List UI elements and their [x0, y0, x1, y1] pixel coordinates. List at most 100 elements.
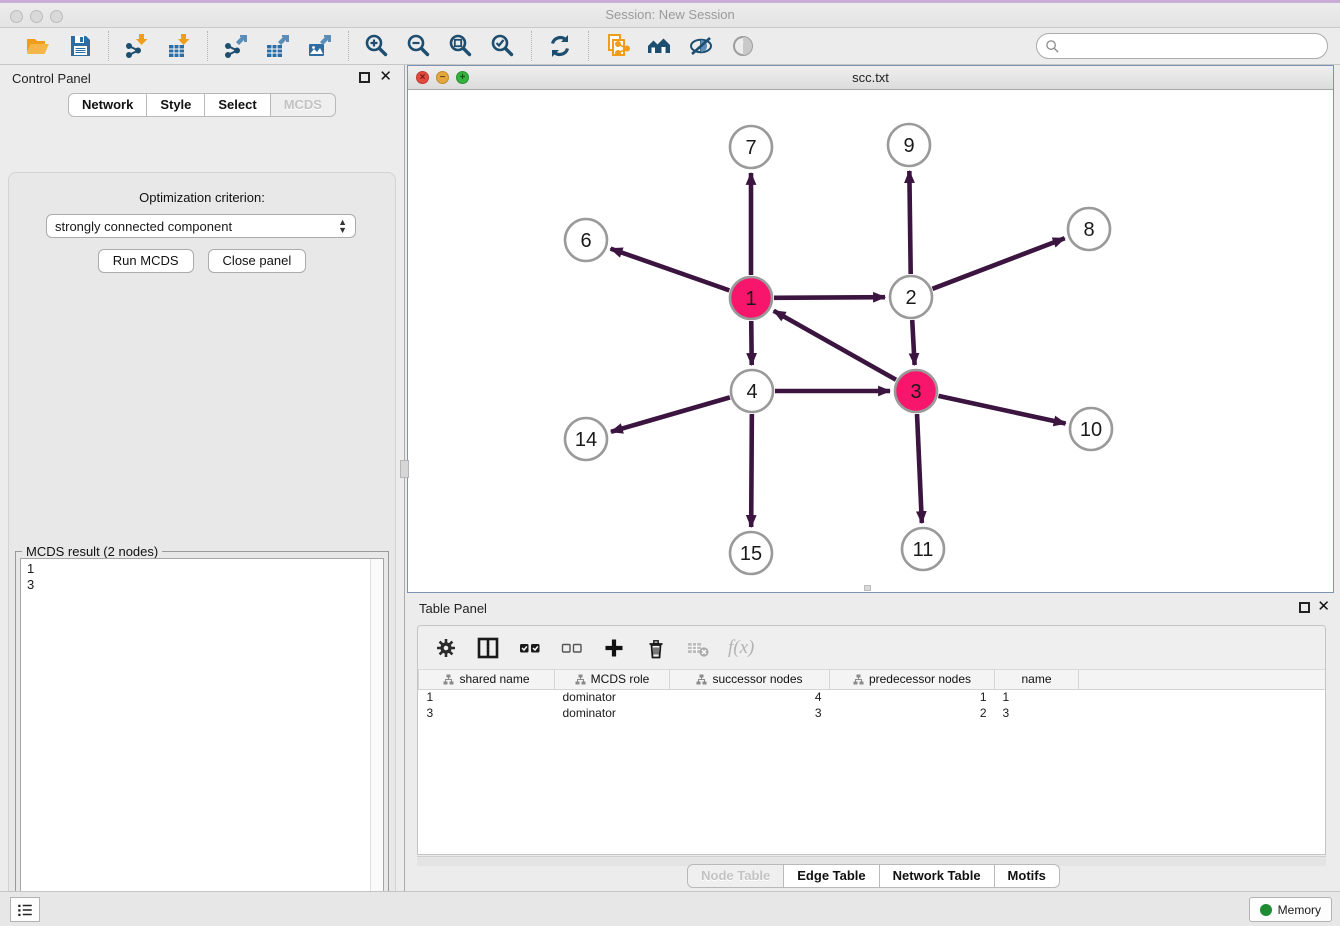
cell-shared-name[interactable]: 1 [419, 689, 555, 705]
edge-2-8[interactable] [932, 238, 1064, 289]
select-all-button[interactable] [518, 636, 542, 660]
node-10[interactable]: 10 [1070, 408, 1112, 450]
apply-layout-button[interactable] [546, 32, 574, 60]
cell-MCDS-role[interactable]: dominator [555, 689, 670, 705]
panel-splitter-grip[interactable] [400, 460, 409, 478]
cell-name[interactable]: 1 [995, 689, 1079, 705]
edge-1-2[interactable] [774, 297, 885, 298]
edge-3-10[interactable] [938, 396, 1065, 424]
tab-motifs[interactable]: Motifs [995, 864, 1060, 888]
edge-2-3[interactable] [912, 320, 914, 365]
cell-filler [1079, 689, 1326, 705]
network-canvas[interactable]: 7 9 6 8 1 2 4 3 14 10 15 11 [408, 90, 1333, 592]
node-15[interactable]: 15 [730, 532, 772, 574]
cell-predecessor-nodes[interactable]: 1 [830, 689, 995, 705]
import-network-button[interactable] [123, 32, 151, 60]
tab-select[interactable]: Select [205, 93, 270, 117]
session-title: Session: New Session [0, 7, 1340, 22]
cell-shared-name[interactable]: 3 [419, 705, 555, 721]
node-3[interactable]: 3 [895, 370, 937, 412]
export-table-button[interactable] [264, 32, 292, 60]
table-row[interactable]: 1dominator411 [419, 689, 1326, 705]
optimization-criterion-select[interactable]: strongly connected component ▲▼ [46, 214, 356, 238]
save-session-button[interactable] [66, 32, 94, 60]
node-4[interactable]: 4 [731, 370, 773, 412]
open-session-button[interactable] [24, 32, 52, 60]
edge-3-11[interactable] [917, 414, 922, 523]
column-label: shared name [459, 672, 529, 686]
panel-splitter[interactable] [404, 65, 406, 891]
table-row[interactable]: 3dominator323 [419, 705, 1326, 721]
tab-network-table[interactable]: Network Table [880, 864, 995, 888]
cell-successor-nodes[interactable]: 3 [670, 705, 830, 721]
node-6[interactable]: 6 [565, 219, 607, 261]
clone-network-button[interactable] [603, 32, 631, 60]
zoom-out-button[interactable] [405, 32, 433, 60]
close-panel-button[interactable]: Close panel [208, 249, 307, 273]
column-header-successor-nodes[interactable]: successor nodes [670, 670, 830, 689]
edge-4-15[interactable] [751, 414, 752, 527]
result-scrollbar[interactable] [370, 559, 383, 923]
zoom-fit-icon [448, 33, 474, 59]
deselect-all-button[interactable] [560, 636, 584, 660]
node-11[interactable]: 11 [902, 528, 944, 570]
search-field[interactable] [1036, 33, 1328, 59]
close-table-panel-icon[interactable]: ✕ [1317, 598, 1330, 616]
edge-1-6[interactable] [611, 249, 730, 291]
cell-successor-nodes[interactable]: 4 [670, 689, 830, 705]
tab-style[interactable]: Style [147, 93, 205, 117]
mcds-result-title: MCDS result (2 nodes) [22, 544, 162, 559]
column-header-filler [1079, 670, 1326, 689]
node-14[interactable]: 14 [565, 418, 607, 460]
edge-4-14[interactable] [611, 397, 730, 431]
zoom-in-button[interactable] [363, 32, 391, 60]
zoom-selected-button[interactable] [489, 32, 517, 60]
hide-selected-button[interactable] [687, 32, 715, 60]
cell-name[interactable]: 3 [995, 705, 1079, 721]
node-7[interactable]: 7 [730, 126, 772, 168]
node-9[interactable]: 9 [888, 124, 930, 166]
column-header-predecessor-nodes[interactable]: predecessor nodes [830, 670, 995, 689]
search-input[interactable] [1060, 36, 1327, 56]
close-panel-icon[interactable]: ✕ [379, 68, 392, 86]
node-2[interactable]: 2 [890, 276, 932, 318]
show-all-button[interactable] [729, 32, 757, 60]
export-image-button[interactable] [306, 32, 334, 60]
show-column-button[interactable] [476, 636, 500, 660]
node-label-3: 3 [910, 381, 921, 403]
node-8[interactable]: 8 [1068, 208, 1110, 250]
first-neighbors-button[interactable] [645, 32, 673, 60]
float-table-panel-icon[interactable] [1299, 602, 1310, 613]
cell-MCDS-role[interactable]: dominator [555, 705, 670, 721]
node-label-11: 11 [913, 539, 934, 561]
tab-network[interactable]: Network [68, 93, 147, 117]
table-mode-button[interactable] [434, 636, 458, 660]
delete-column-button[interactable] [644, 636, 668, 660]
tab-mcds[interactable]: MCDS [271, 93, 336, 117]
ui-settings-button[interactable] [10, 897, 40, 922]
network-splitter-grip[interactable] [864, 585, 871, 591]
run-mcds-button[interactable]: Run MCDS [98, 249, 194, 273]
export-network-button[interactable] [222, 32, 250, 60]
mcds-result-text[interactable]: 1 3 [20, 558, 384, 924]
import-table-button[interactable] [165, 32, 193, 60]
zoom-fit-button[interactable] [447, 32, 475, 60]
network-window-titlebar[interactable]: × − + scc.txt [408, 66, 1333, 90]
column-header-name[interactable]: name [995, 670, 1079, 689]
float-panel-icon[interactable] [359, 72, 370, 83]
column-header-MCDS-role[interactable]: MCDS role [555, 670, 670, 689]
create-column-button[interactable] [602, 636, 626, 660]
tab-node-table[interactable]: Node Table [687, 864, 784, 888]
edge-3-1[interactable] [774, 311, 896, 380]
node-label-14: 14 [575, 429, 597, 451]
mcds-panel: Optimization criterion: strongly connect… [8, 172, 396, 926]
column-header-shared-name[interactable]: shared name [419, 670, 555, 689]
cell-predecessor-nodes[interactable]: 2 [830, 705, 995, 721]
edge-2-9[interactable] [909, 171, 910, 274]
tab-edge-table[interactable]: Edge Table [784, 864, 879, 888]
control-panel-title: Control Panel [12, 71, 91, 86]
node-1[interactable]: 1 [730, 277, 772, 319]
function-builder-button: f(x) [728, 637, 754, 659]
memory-button[interactable]: Memory [1249, 897, 1332, 922]
node-label-2: 2 [905, 287, 916, 309]
